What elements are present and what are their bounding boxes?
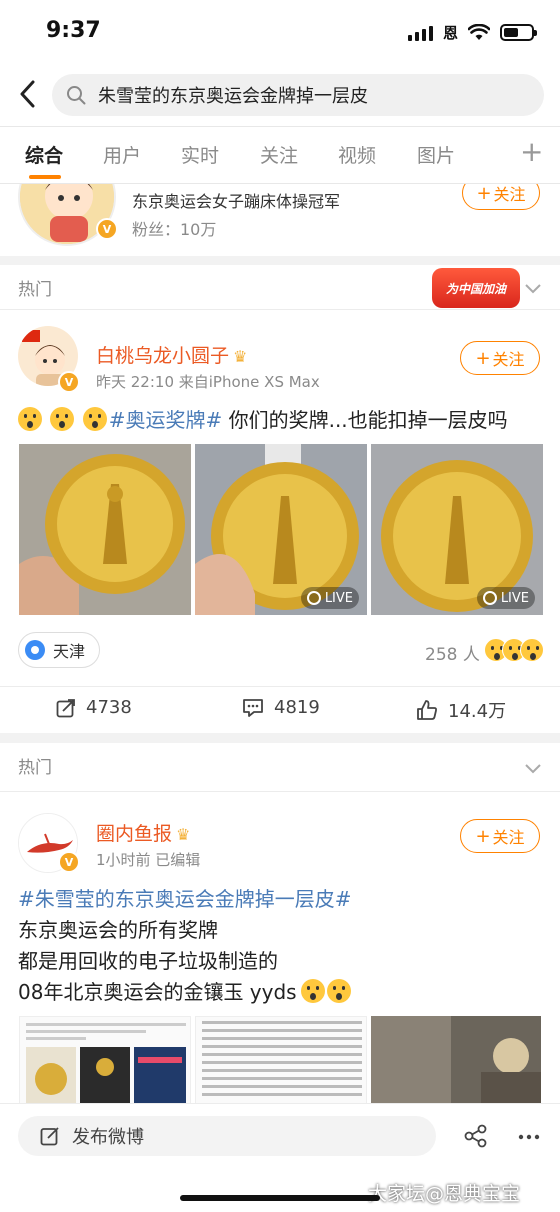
post-author-name[interactable]: 白桃乌龙小圆子 ♛ — [96, 341, 247, 368]
tab-users[interactable]: 用户 — [103, 141, 141, 168]
location-pin-icon — [25, 640, 45, 660]
signal-icon — [407, 25, 433, 41]
repost-button[interactable]: 4738 — [56, 697, 132, 718]
chevron-left-icon — [20, 80, 35, 108]
tab-more-button[interactable]: + — [520, 135, 543, 168]
chevron-down-icon[interactable] — [524, 763, 542, 775]
promo-banner[interactable]: 为中国加油 — [432, 268, 520, 308]
home-indicator[interactable] — [180, 1195, 380, 1201]
post-image[interactable] — [19, 444, 191, 615]
divider — [0, 309, 560, 310]
live-icon — [306, 591, 321, 605]
search-tabs: 综合 用户 实时 关注 视频 图片 + — [0, 126, 560, 184]
back-button[interactable] — [12, 74, 42, 114]
status-bar: 9:37 恩 — [0, 0, 560, 62]
plus-icon: + — [476, 184, 492, 204]
post-image[interactable]: LIVE — [371, 444, 543, 615]
repost-icon — [56, 698, 75, 717]
post-image[interactable]: LIVE — [195, 444, 367, 615]
thumbs-up-icon — [417, 700, 437, 720]
carrier-label: 恩 — [442, 24, 458, 42]
user-result-card[interactable]: V 东京奥运会女子蹦床体操冠军 粉丝：10万 + 关注 — [0, 184, 560, 256]
verified-icon: V — [96, 218, 118, 240]
comment-button[interactable]: 4819 — [242, 697, 320, 718]
tab-comprehensive[interactable]: 综合 — [25, 141, 63, 168]
laugh-emoji-icon — [300, 979, 325, 1003]
status-time: 9:37 — [46, 18, 101, 43]
post-meta: 1小时前 已编辑 — [96, 851, 201, 869]
post-text: #奥运奖牌# 你们的奖牌...也能扣掉一层皮吗 — [18, 404, 508, 436]
live-icon — [482, 591, 497, 605]
like-button[interactable]: 14.4万 — [416, 697, 506, 723]
divider — [0, 791, 560, 792]
post-image[interactable] — [371, 1016, 541, 1106]
live-badge: LIVE — [476, 587, 535, 609]
post-image[interactable] — [195, 1016, 367, 1106]
tab-following[interactable]: 关注 — [260, 141, 298, 168]
search-input[interactable]: 朱雪莹的东京奥运会金牌掉一层皮 — [52, 74, 544, 116]
more-icon[interactable] — [518, 1134, 540, 1140]
active-tab-indicator — [29, 175, 61, 179]
post-meta: 昨天 22:10 来自iPhone XS Max — [96, 373, 320, 391]
verified-icon: V — [58, 371, 80, 393]
live-badge: LIVE — [300, 587, 359, 609]
reaction-faces[interactable] — [484, 638, 544, 662]
post-hashtag-line: #朱雪莹的东京奥运会金牌掉一层皮# — [18, 883, 352, 915]
plus-icon: + — [475, 825, 491, 847]
surprised-emoji-icon — [18, 407, 42, 431]
hashtag-link[interactable]: #奥运奖牌# — [109, 408, 223, 432]
bottom-bar: 发布微博 大家坛@恩典宝宝 — [0, 1103, 560, 1212]
share-icon[interactable] — [464, 1124, 488, 1148]
laugh-emoji-icon — [520, 638, 544, 662]
comment-icon — [243, 698, 263, 717]
edit-icon — [40, 1127, 59, 1146]
status-icons: 恩 — [407, 22, 537, 43]
tab-images[interactable]: 图片 — [417, 141, 455, 168]
watermark-text: 大家坛@恩典宝宝 — [368, 1183, 521, 1205]
post-text-line: 08年北京奥运会的金镶玉 yyds — [18, 976, 353, 1008]
compose-button[interactable]: 发布微博 — [18, 1116, 436, 1156]
user-description: 东京奥运会女子蹦床体操冠军 — [132, 192, 341, 211]
post-text-line: 东京奥运会的所有奖牌 — [18, 918, 218, 942]
search-icon — [67, 86, 86, 105]
search-query: 朱雪莹的东京奥运会金牌掉一层皮 — [98, 86, 368, 107]
post-author-name[interactable]: 圈内鱼报 ♛ — [96, 819, 190, 846]
tab-realtime[interactable]: 实时 — [181, 141, 219, 168]
wifi-icon — [468, 24, 490, 40]
section-hot-label: 热门 — [18, 758, 52, 778]
verified-icon: V — [58, 851, 80, 873]
surprised-emoji-icon — [82, 407, 107, 431]
crown-icon: ♛ — [176, 825, 191, 844]
laugh-emoji-icon — [326, 979, 351, 1003]
plus-icon: + — [475, 347, 491, 369]
post-image[interactable] — [19, 1016, 191, 1106]
location-chip[interactable]: 天津 — [18, 632, 100, 668]
reaction-count[interactable]: 258 人 — [425, 640, 480, 665]
follow-button[interactable]: + 关注 — [460, 819, 540, 853]
tab-videos[interactable]: 视频 — [338, 141, 376, 168]
follow-button[interactable]: + 关注 — [462, 184, 540, 210]
surprised-emoji-icon — [50, 407, 75, 431]
section-hot-label: 热门 — [18, 280, 52, 300]
post-actions: 4738 4819 14.4万 — [0, 686, 560, 732]
hashtag-link[interactable]: #朱雪莹的东京奥运会金牌掉一层皮# — [18, 887, 352, 911]
user-fans-count: 粉丝：10万 — [132, 220, 217, 239]
crown-icon: ♛ — [233, 347, 248, 366]
chevron-down-icon[interactable] — [524, 283, 542, 295]
search-header: 朱雪莹的东京奥运会金牌掉一层皮 — [0, 62, 560, 126]
post-text-line: 都是用回收的电子垃圾制造的 — [18, 949, 278, 973]
follow-button[interactable]: + 关注 — [460, 341, 540, 375]
battery-icon — [500, 24, 537, 41]
